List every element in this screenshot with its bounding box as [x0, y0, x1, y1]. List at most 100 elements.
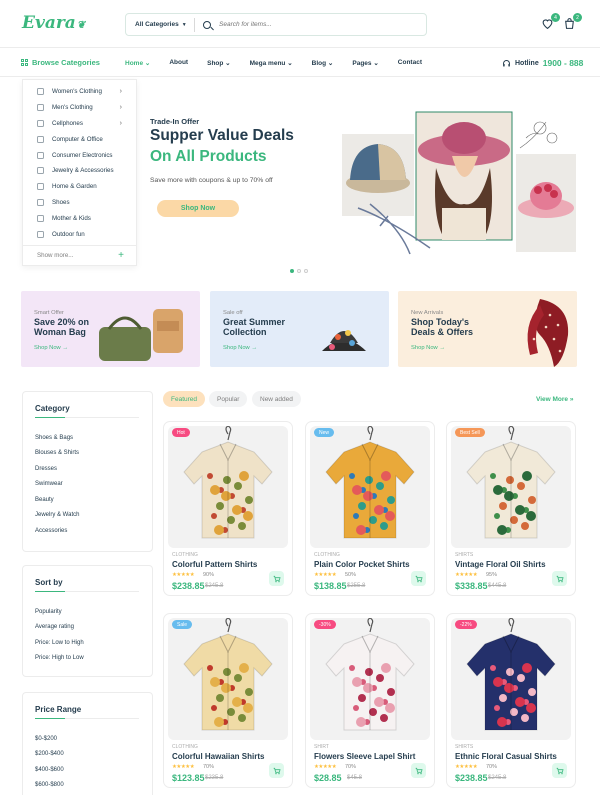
- product-old-price: $45.8: [347, 775, 363, 781]
- filter-item[interactable]: Beauty: [35, 497, 54, 503]
- view-more-link[interactable]: View More »: [536, 396, 573, 403]
- wishlist-button[interactable]: 4: [541, 13, 560, 31]
- filter-item[interactable]: Blouses & Shirts: [35, 450, 79, 456]
- product-category: CLOTHING: [172, 552, 198, 558]
- price-option[interactable]: $400-$600: [35, 767, 64, 773]
- price-option[interactable]: $0-$200: [35, 736, 57, 742]
- computer-icon: [37, 135, 44, 143]
- category-item[interactable]: Home & Garden: [23, 179, 136, 195]
- filter-title: Price Range: [35, 705, 82, 714]
- slider-pagination[interactable]: [290, 269, 308, 273]
- product-card[interactable]: -30% SHIRT Flowers Sleeve Lapel Shirt ★★…: [305, 613, 435, 788]
- search-icon: [203, 20, 211, 29]
- product-category: SHIRT: [314, 744, 329, 750]
- product-card[interactable]: -22% SHIRTS Ethnic Floral Casual Shirts …: [446, 613, 576, 788]
- leaf-icon: ❦: [76, 20, 86, 31]
- add-to-cart-button[interactable]: [269, 571, 284, 586]
- category-item[interactable]: Mother & Kids: [23, 210, 136, 226]
- sort-option[interactable]: Average rating: [35, 624, 74, 630]
- cart-icon: [273, 575, 281, 582]
- nav-contact[interactable]: Contact: [398, 59, 422, 67]
- tab-popular[interactable]: Popular: [209, 391, 248, 407]
- divider: [35, 718, 139, 719]
- filter-item[interactable]: Accessories: [35, 528, 67, 534]
- hero-shop-now-button[interactable]: Shop Now: [157, 200, 239, 217]
- product-name[interactable]: Vintage Floral Oil Shirts: [455, 560, 546, 569]
- logo[interactable]: Evara❦: [22, 13, 85, 33]
- price-option[interactable]: $200-$400: [35, 751, 64, 757]
- category-select[interactable]: All Categories ▼: [126, 21, 194, 28]
- sort-option[interactable]: Price: High to Low: [35, 655, 84, 661]
- category-dropdown: Women's Clothing › Men's Clothing › Cellph…: [22, 79, 137, 266]
- product-image[interactable]: [168, 426, 288, 548]
- product-image[interactable]: [310, 618, 430, 740]
- chevron-right-icon: ›: [119, 104, 122, 112]
- category-item[interactable]: Cellphones ›: [23, 116, 136, 132]
- filter-item[interactable]: Shoes & Bags: [35, 435, 73, 441]
- product-badge: Hot: [172, 428, 190, 437]
- nav-blog[interactable]: Blog ⌄: [312, 59, 334, 67]
- banner-new-arrivals[interactable]: New Arrivals Shop Today's Deals & Offers…: [398, 291, 577, 367]
- product-card[interactable]: New CLOTHING Plain Color Pocket Shirts ★…: [305, 421, 435, 596]
- banner-shop-now-link[interactable]: Shop Now →: [411, 345, 445, 351]
- category-item[interactable]: Women's Clothing ›: [23, 84, 136, 100]
- category-item[interactable]: Outdoor fun: [23, 226, 136, 242]
- add-to-cart-button[interactable]: [411, 763, 426, 778]
- price-option[interactable]: $600-$800: [35, 782, 64, 788]
- cart-icon: [556, 575, 564, 582]
- banner-summer[interactable]: Sale off Great Summer Collection Shop No…: [210, 291, 389, 367]
- nav-about[interactable]: About: [169, 59, 188, 67]
- add-to-cart-button[interactable]: [552, 571, 567, 586]
- category-item[interactable]: Men's Clothing ›: [23, 100, 136, 116]
- product-name[interactable]: Ethnic Floral Casual Shirts: [455, 752, 557, 761]
- search-input[interactable]: [219, 21, 409, 28]
- hero-title: Supper Value Deals: [150, 127, 294, 144]
- filter-item[interactable]: Jewelry & Watch: [35, 512, 79, 518]
- product-card[interactable]: Hot CLOTHING Colorful Pattern Shirts ★★★…: [163, 421, 293, 596]
- product-name[interactable]: Colorful Pattern Shirts: [172, 560, 257, 569]
- category-item[interactable]: Consumer Electronics: [23, 147, 136, 163]
- filter-item[interactable]: Swimwear: [35, 481, 63, 487]
- filter-item[interactable]: Dresses: [35, 466, 57, 472]
- show-more-button[interactable]: Show more... +: [23, 245, 136, 265]
- star-rating-icon: ★★★★★: [172, 764, 195, 770]
- product-badge: -30%: [314, 620, 336, 629]
- category-item[interactable]: Jewelry & Accessories: [23, 163, 136, 179]
- nav-home[interactable]: Home ⌄: [125, 59, 150, 67]
- product-badge: New: [314, 428, 335, 437]
- category-item[interactable]: Computer & Office: [23, 131, 136, 147]
- add-to-cart-button[interactable]: [552, 763, 567, 778]
- product-image[interactable]: [168, 618, 288, 740]
- sort-option[interactable]: Popularity: [35, 609, 62, 615]
- banner-bag[interactable]: Smart Offer Save 20% on Woman Bag Shop N…: [21, 291, 200, 367]
- product-image[interactable]: [451, 426, 571, 548]
- hotline[interactable]: Hotline 1900 - 888: [502, 58, 583, 68]
- add-to-cart-button[interactable]: [411, 571, 426, 586]
- product-image[interactable]: [451, 618, 571, 740]
- sort-option[interactable]: Price: Low to High: [35, 640, 84, 646]
- star-rating-icon: ★★★★★: [314, 764, 337, 770]
- category-item[interactable]: Shoes: [23, 195, 136, 211]
- tab-new-added[interactable]: New added: [252, 391, 301, 407]
- nav-mega-menu[interactable]: Mega menu ⌄: [250, 59, 293, 67]
- nav-shop[interactable]: Shop ⌄: [207, 59, 231, 67]
- banner-shop-now-link[interactable]: Shop Now →: [223, 345, 257, 351]
- add-to-cart-button[interactable]: [269, 763, 284, 778]
- product-card[interactable]: Best Sell SHIRTS Vintage Floral Oil Shir…: [446, 421, 576, 596]
- banner-shop-now-link[interactable]: Shop Now →: [34, 345, 68, 351]
- product-card[interactable]: Sale CLOTHING Colorful Hawaiian Shirts ★…: [163, 613, 293, 788]
- product-badge: Best Sell: [455, 428, 485, 437]
- browse-categories-button[interactable]: Browse Categories: [21, 58, 100, 67]
- tab-featured[interactable]: Featured: [163, 391, 206, 407]
- product-name[interactable]: Plain Color Pocket Shirts: [314, 560, 410, 569]
- product-price: $238.85: [455, 773, 488, 783]
- hero-pretitle: Trade-In Offer: [150, 117, 200, 126]
- product-price: $238.85: [172, 581, 205, 591]
- nav-pages[interactable]: Pages ⌄: [352, 59, 378, 67]
- cart-button[interactable]: 2: [563, 13, 582, 31]
- product-name[interactable]: Colorful Hawaiian Shirts: [172, 752, 264, 761]
- product-name[interactable]: Flowers Sleeve Lapel Shirt: [314, 752, 415, 761]
- product-image[interactable]: [310, 426, 430, 548]
- divider: [0, 47, 600, 48]
- cart-icon: [556, 767, 564, 774]
